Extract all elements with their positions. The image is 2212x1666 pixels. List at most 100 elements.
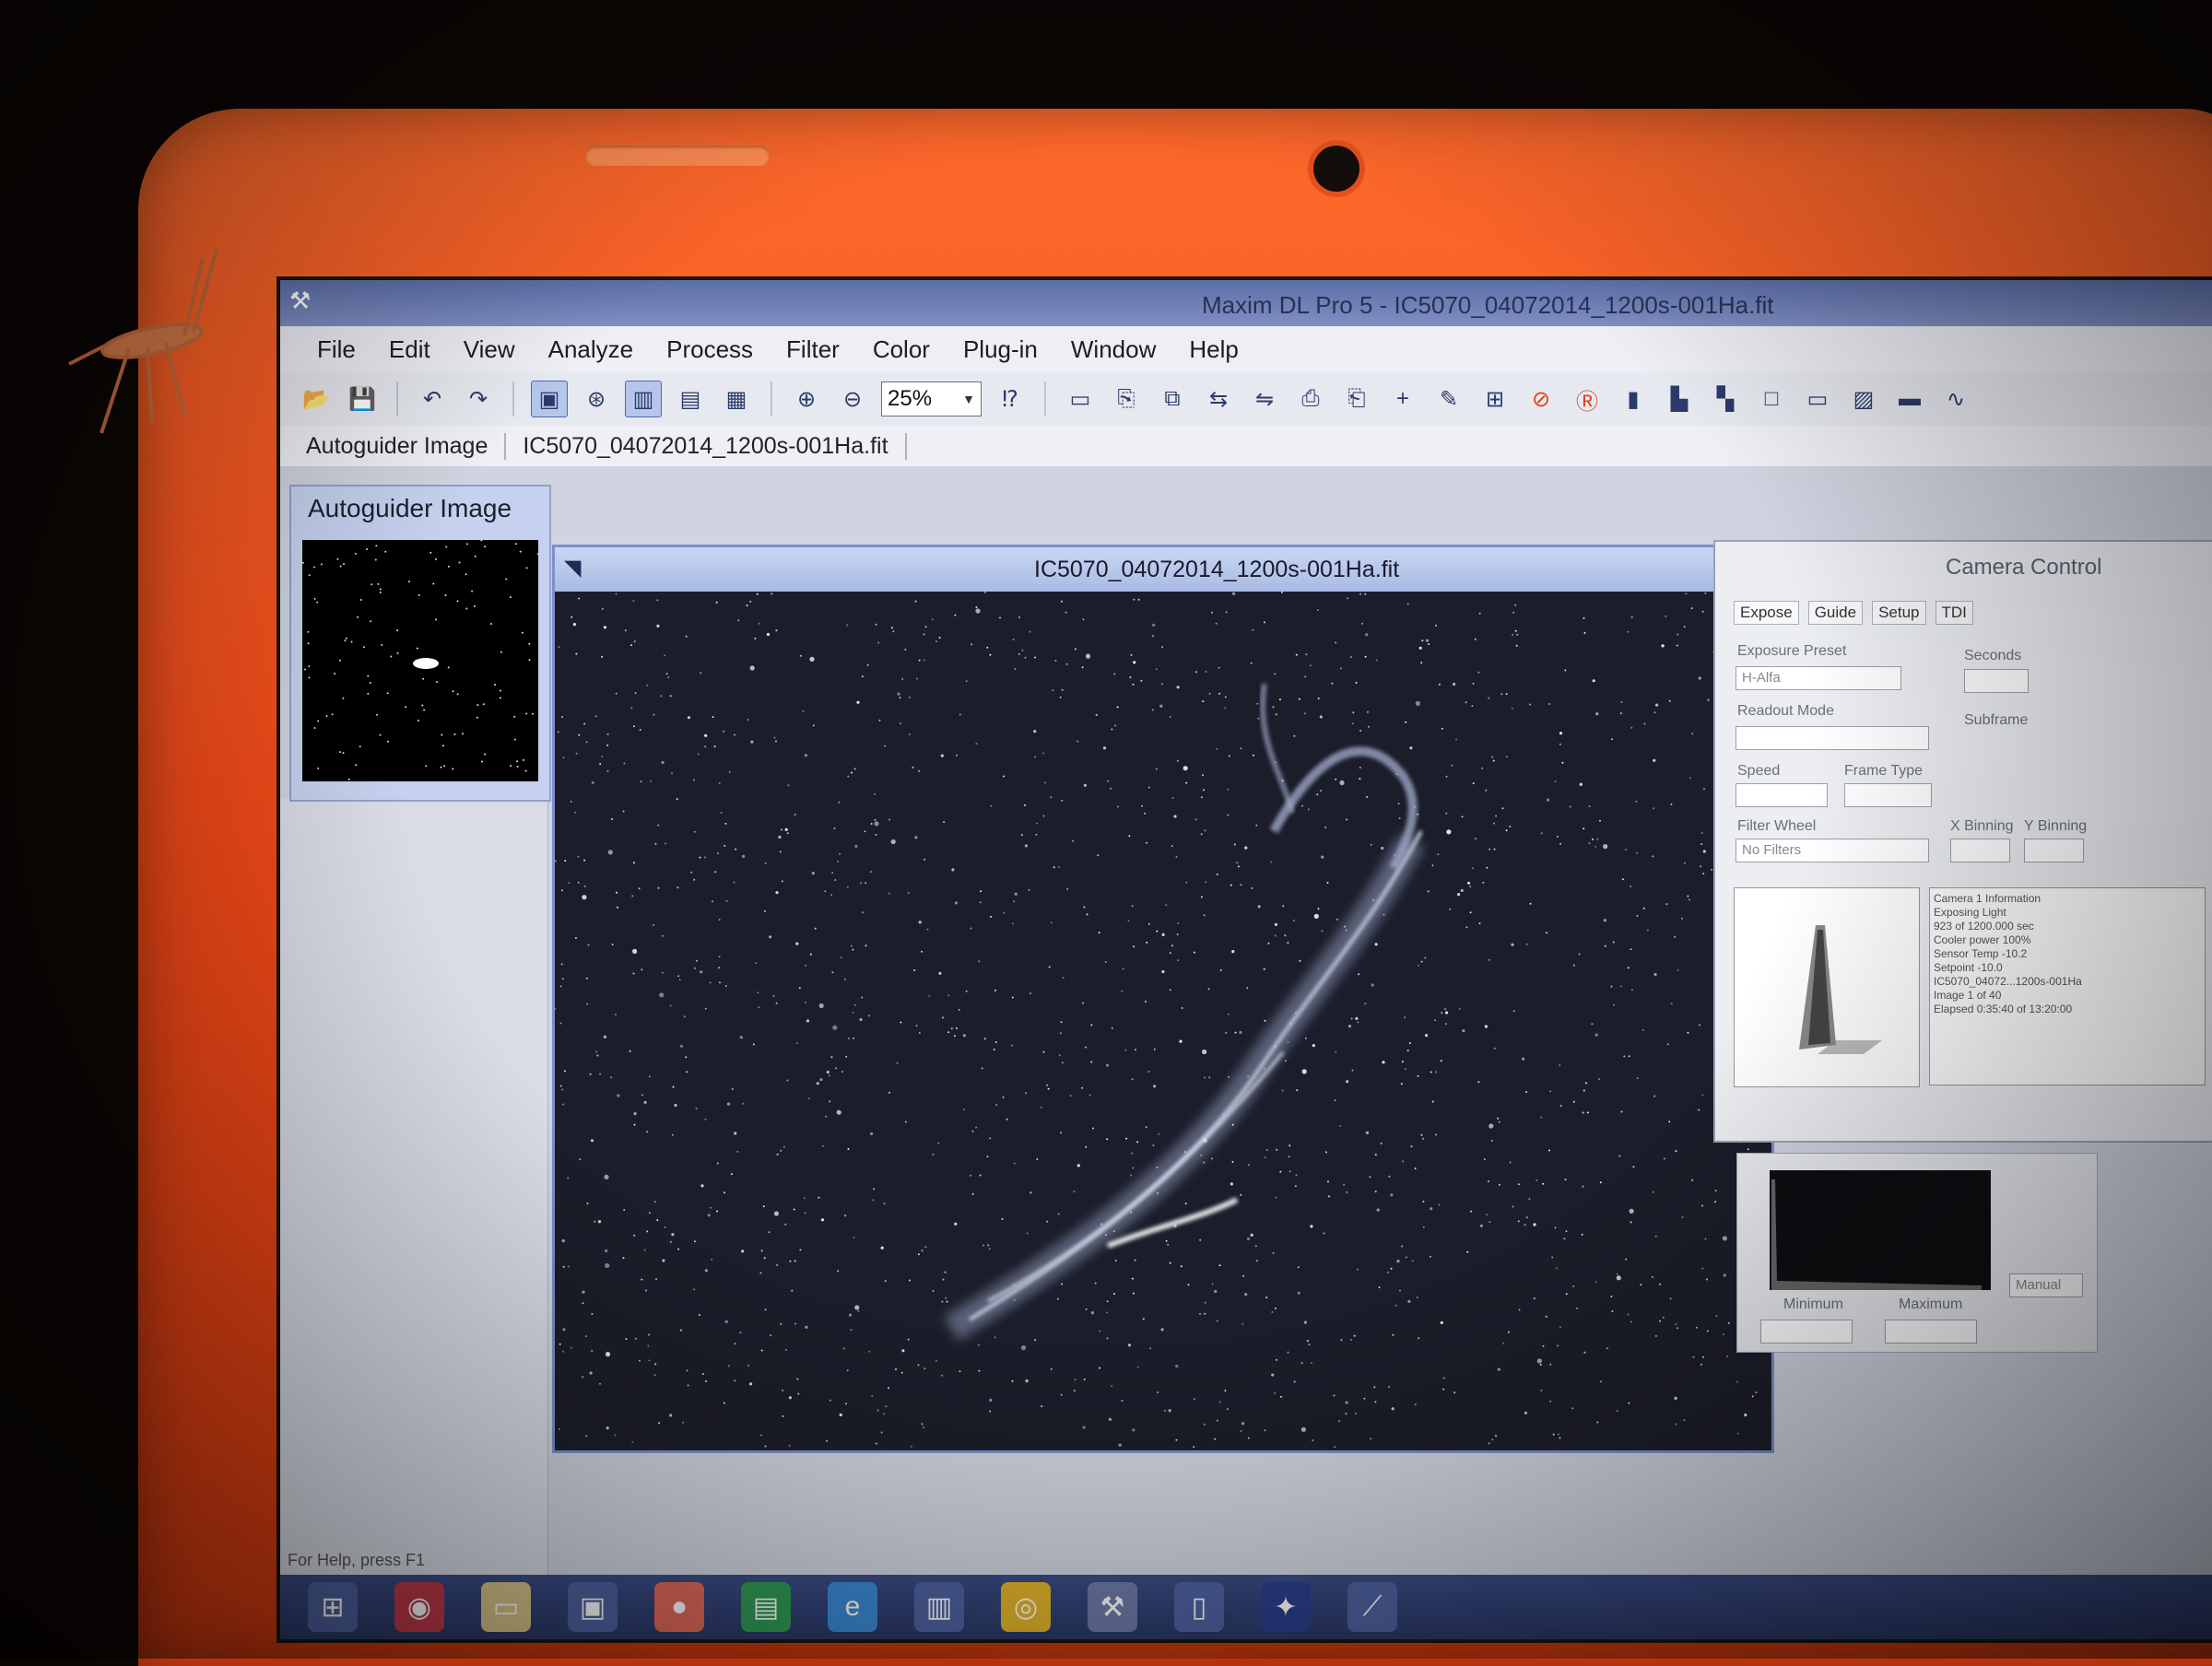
menu-color[interactable]: Color xyxy=(873,335,930,364)
ruler-icon[interactable]: ▬ xyxy=(1892,381,1927,416)
star xyxy=(1714,1190,1717,1192)
chevron-down-icon[interactable]: ▼ xyxy=(962,392,975,406)
zoom-select[interactable]: 25% ▼ xyxy=(881,381,982,416)
crop-icon[interactable]: ▭ xyxy=(1063,381,1098,416)
star xyxy=(1364,655,1367,658)
redo-icon[interactable]: ↷ xyxy=(461,381,496,416)
folder-icon[interactable]: ▭ xyxy=(481,1582,531,1632)
stop-icon[interactable]: ⊘ xyxy=(1524,381,1559,416)
star xyxy=(1012,639,1015,640)
undo-icon[interactable]: ↶ xyxy=(415,381,450,416)
menu-file[interactable]: File xyxy=(317,335,356,364)
align-icon[interactable]: ⇆ xyxy=(1201,381,1236,416)
exposure-preset-select[interactable]: H-Alfa xyxy=(1735,666,1901,690)
camera-control-icon[interactable]: ▥ xyxy=(625,381,662,417)
y-binning-select[interactable] xyxy=(2024,839,2084,862)
star xyxy=(582,1290,585,1294)
flip-icon[interactable]: ⇋ xyxy=(1247,381,1282,416)
image-window-icon[interactable]: ▣ xyxy=(531,381,568,417)
stretch-mode-select[interactable]: Manual xyxy=(2009,1273,2083,1297)
star xyxy=(336,557,339,560)
star xyxy=(1539,1364,1542,1366)
settings-panel-icon[interactable]: ▦ xyxy=(719,381,754,416)
tab-autoguider-image[interactable]: Autoguider Image xyxy=(289,432,507,460)
photos-icon[interactable]: ▣ xyxy=(568,1582,618,1632)
star xyxy=(1515,644,1518,647)
tab-tdi[interactable]: TDI xyxy=(1935,601,1973,625)
filter-wheel-select[interactable]: No Filters xyxy=(1735,839,1929,862)
menu-edit[interactable]: Edit xyxy=(389,335,430,364)
star xyxy=(525,567,528,569)
internet-explorer-icon[interactable]: e xyxy=(828,1582,877,1632)
star xyxy=(713,745,716,748)
menu-window[interactable]: Window xyxy=(1071,335,1156,364)
star xyxy=(630,644,632,647)
star xyxy=(1121,990,1124,992)
lock-icon[interactable]: ▤ xyxy=(673,381,708,416)
help-pointer-icon[interactable]: ⁉ xyxy=(993,381,1028,416)
layers-icon[interactable]: ▚ xyxy=(1708,381,1743,416)
crosshair-icon[interactable]: + xyxy=(1385,381,1420,416)
select-region-icon[interactable]: ⊞ xyxy=(1477,381,1512,416)
store-icon[interactable]: ▤ xyxy=(741,1582,791,1632)
tab-setup[interactable]: Setup xyxy=(1872,601,1926,625)
screen-stretch-panel[interactable]: Minimum Maximum Manual xyxy=(1736,1153,2098,1353)
zoom-in-icon[interactable]: ⊕ xyxy=(789,381,824,416)
media-icon[interactable]: ◉ xyxy=(394,1582,444,1632)
print-icon[interactable]: ⎙ xyxy=(1293,381,1328,416)
chrome-icon[interactable]: ◎ xyxy=(1001,1582,1051,1632)
star xyxy=(1326,882,1329,884)
maxim-dl-icon[interactable]: ⚒ xyxy=(1088,1582,1137,1632)
menu-view[interactable]: View xyxy=(464,335,515,364)
graph-icon[interactable]: ▙ xyxy=(1662,381,1697,416)
save-icon[interactable]: 💾 xyxy=(345,381,380,416)
camera-control-window[interactable]: Camera Control Expose Guide Setup TDI Ex… xyxy=(1713,540,2212,1143)
zoom-out-icon[interactable]: ⊖ xyxy=(835,381,870,416)
histogram-icon[interactable]: ▮ xyxy=(1616,381,1651,416)
star xyxy=(359,745,361,748)
star xyxy=(677,886,679,889)
star xyxy=(1512,611,1515,614)
autoguider-window[interactable]: Autoguider Image xyxy=(289,485,551,802)
copy-icon[interactable]: ⎘ xyxy=(1109,381,1144,416)
observatory-icon[interactable]: ⊛ xyxy=(579,381,614,416)
planetarium-icon[interactable]: ✦ xyxy=(1261,1582,1311,1632)
menu-help[interactable]: Help xyxy=(1189,335,1238,364)
open-folder-icon[interactable]: 📂 xyxy=(299,381,334,416)
picture-icon[interactable]: ▨ xyxy=(1846,381,1881,416)
tab-ic5070-image[interactable]: IC5070_04072014_1200s-001Ha.fit xyxy=(506,432,907,460)
frame-type-select[interactable] xyxy=(1844,783,1932,807)
rect-tool-icon[interactable]: ▭ xyxy=(1800,381,1835,416)
star xyxy=(1134,1259,1136,1261)
frame-icon[interactable]: □ xyxy=(1754,381,1789,416)
explorer-icon[interactable]: ▥ xyxy=(914,1582,964,1632)
curve-icon[interactable]: ∿ xyxy=(1938,381,1973,416)
x-binning-select[interactable] xyxy=(1950,839,2010,862)
tab-expose[interactable]: Expose xyxy=(1734,601,1799,625)
minimum-input[interactable] xyxy=(1760,1320,1853,1343)
speed-select[interactable] xyxy=(1735,783,1828,807)
start-icon[interactable]: ⊞ xyxy=(308,1582,358,1632)
star xyxy=(1583,1089,1585,1092)
star xyxy=(1382,1061,1385,1064)
tab-guide[interactable]: Guide xyxy=(1807,601,1864,625)
record-icon[interactable]: Ⓡ xyxy=(1570,381,1605,416)
readout-mode-select[interactable] xyxy=(1735,726,1929,750)
maximum-input[interactable] xyxy=(1885,1320,1977,1343)
star xyxy=(1218,1264,1221,1267)
menu-analyze[interactable]: Analyze xyxy=(548,335,634,364)
telescope-app-icon[interactable]: ⟋ xyxy=(1347,1582,1397,1632)
files-icon[interactable]: ▯ xyxy=(1174,1582,1224,1632)
star xyxy=(1640,1284,1642,1286)
brush-icon[interactable]: ✎ xyxy=(1431,381,1466,416)
app-red-icon[interactable]: ● xyxy=(654,1582,704,1632)
paste-icon[interactable]: ⎗ xyxy=(1339,381,1374,416)
stack-icon[interactable]: ⧉ xyxy=(1155,381,1190,416)
image-window[interactable]: ◥ IC5070_04072014_1200s-001Ha.fit xyxy=(552,545,1774,1453)
seconds-input[interactable] xyxy=(1964,669,2029,693)
star xyxy=(1106,1138,1109,1141)
menu-plugin[interactable]: Plug-in xyxy=(963,335,1038,364)
menu-process[interactable]: Process xyxy=(666,335,753,364)
menu-filter[interactable]: Filter xyxy=(786,335,840,364)
telescope-icon[interactable]: ⚒ xyxy=(289,287,315,313)
